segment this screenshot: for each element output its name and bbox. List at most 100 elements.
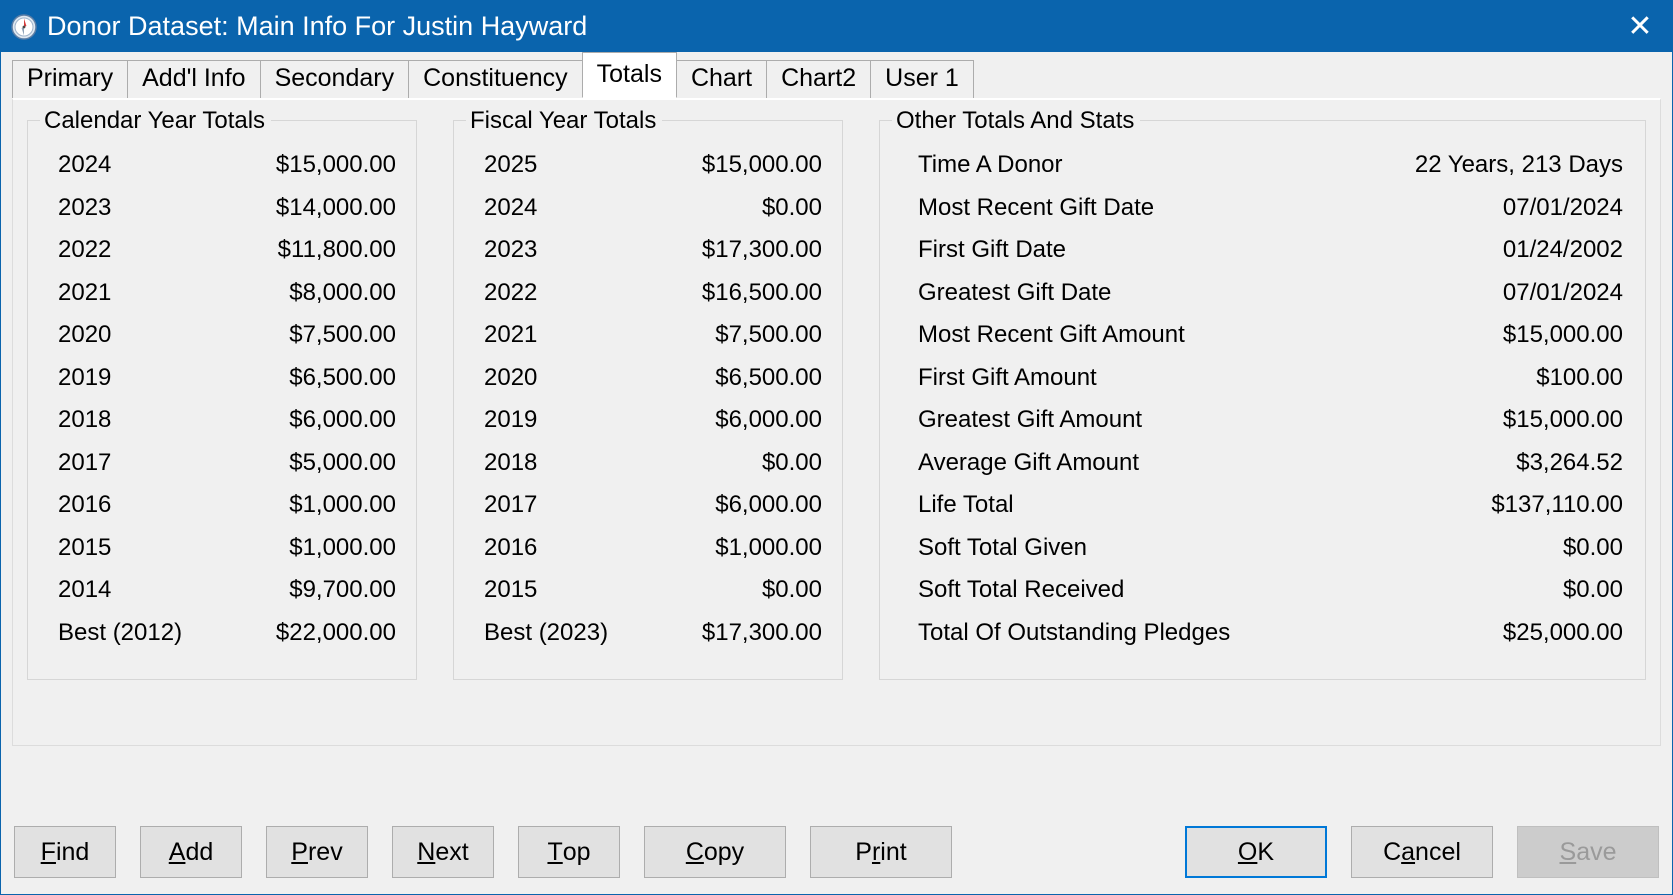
tab-constituency[interactable]: Constituency — [408, 60, 583, 98]
other-totals-and-stats-title: Other Totals And Stats — [892, 107, 1141, 135]
btn-post: ext — [435, 837, 469, 866]
tab-chart[interactable]: Chart — [675, 60, 768, 98]
row-label: 2021 — [58, 278, 112, 306]
table-row: Soft Total Given $0.00 — [888, 534, 1637, 577]
row-label: Life Total — [918, 491, 1014, 518]
tab-label: Secondary — [274, 64, 395, 92]
ok-button[interactable]: OK — [1185, 826, 1327, 878]
btn-post: rev — [307, 837, 343, 866]
row-value: $1,000.00 — [289, 533, 396, 561]
row-label: 2018 — [58, 406, 112, 433]
tab-user-1[interactable]: User 1 — [870, 60, 974, 98]
btn-mnemonic: F — [40, 837, 56, 866]
table-row: 2017 $6,000.00 — [462, 491, 834, 534]
copy-button[interactable]: Copy — [644, 826, 786, 878]
row-label: Soft Total Given — [918, 533, 1087, 561]
row-value: $6,000.00 — [289, 406, 396, 433]
table-row: 2016 $1,000.00 — [462, 534, 834, 577]
btn-mnemonic: r — [871, 837, 881, 866]
table-row: 2015 $1,000.00 — [36, 534, 408, 577]
close-icon[interactable]: ✕ — [1608, 1, 1672, 52]
row-label: 2019 — [58, 363, 112, 391]
btn-pre: P — [855, 837, 872, 866]
row-value: $22,000.00 — [275, 618, 396, 646]
table-row: 2021 $7,500.00 — [462, 321, 834, 364]
row-value: 01/24/2002 — [1502, 236, 1623, 263]
donor-dataset-window: Donor Dataset: Main Info For Justin Hayw… — [0, 0, 1673, 895]
tab-primary[interactable]: Primary — [12, 60, 129, 98]
row-label: 2020 — [484, 363, 538, 391]
row-label: Most Recent Gift Date — [918, 193, 1155, 221]
add-button[interactable]: Add — [140, 826, 242, 878]
row-value: $16,500.00 — [701, 278, 822, 306]
row-value: $0.00 — [761, 448, 822, 476]
row-value: $5,000.00 — [289, 448, 396, 476]
row-label: 2022 — [58, 236, 112, 263]
row-value: $6,500.00 — [289, 363, 396, 391]
next-button[interactable]: Next — [392, 826, 494, 878]
fiscal-year-totals-group: Fiscal Year Totals 2025 $15,000.00 2024 $0… — [453, 107, 843, 680]
row-label: Most Recent Gift Amount — [918, 321, 1185, 348]
row-value: $17,300.00 — [701, 236, 822, 263]
row-value: $0.00 — [761, 576, 822, 603]
btn-mnemonic: C — [685, 837, 704, 866]
row-label: 2015 — [484, 576, 538, 603]
table-row: First Gift Date 01/24/2002 — [888, 236, 1637, 279]
table-row: Time A Donor 22 Years, 213 Days — [888, 151, 1637, 194]
table-row: 2014 $9,700.00 — [36, 576, 408, 619]
row-label: Best (2012) — [58, 618, 183, 646]
tab-strip: Primary Add'l Info Secondary Constituenc… — [1, 52, 1672, 98]
row-value: $25,000.00 — [1502, 618, 1623, 646]
table-row: 2024 $0.00 — [462, 194, 834, 237]
row-value: $6,500.00 — [715, 363, 822, 391]
table-row-best: Best (2023) $17,300.00 — [462, 619, 834, 662]
row-value: $8,000.00 — [289, 278, 396, 306]
row-value: 07/01/2024 — [1502, 193, 1623, 221]
tab-chart2[interactable]: Chart2 — [766, 60, 872, 98]
row-value: $15,000.00 — [275, 151, 396, 178]
btn-mnemonic: P — [291, 837, 308, 866]
tab-addl-info[interactable]: Add'l Info — [127, 60, 261, 98]
table-row: First Gift Amount $100.00 — [888, 364, 1637, 407]
btn-post: ave — [1576, 837, 1617, 866]
row-label: 2018 — [484, 448, 538, 476]
row-value: $3,264.52 — [1516, 448, 1623, 476]
tab-label: Add'l Info — [142, 64, 246, 92]
print-button[interactable]: Pr int — [810, 826, 952, 878]
btn-mnemonic: O — [1237, 837, 1258, 866]
fiscal-year-totals-title: Fiscal Year Totals — [466, 107, 663, 135]
row-value: 22 Years, 213 Days — [1414, 151, 1623, 178]
row-label: 2024 — [58, 151, 112, 178]
table-row: 2022 $11,800.00 — [36, 236, 408, 279]
totals-tab-page: Calendar Year Totals 2024 $15,000.00 2023… — [12, 98, 1661, 746]
row-label: Average Gift Amount — [918, 448, 1140, 476]
btn-post: ind — [55, 837, 90, 866]
tab-label: Constituency — [423, 64, 568, 92]
calendar-year-totals-group: Calendar Year Totals 2024 $15,000.00 2023… — [27, 107, 417, 680]
table-row: 2018 $0.00 — [462, 449, 834, 492]
prev-button[interactable]: Prev — [266, 826, 368, 878]
btn-post: op — [562, 837, 591, 866]
tab-label: User 1 — [885, 64, 959, 92]
table-row: 2023 $17,300.00 — [462, 236, 834, 279]
table-row: Greatest Gift Date 07/01/2024 — [888, 279, 1637, 322]
row-label: Best (2023) — [484, 618, 609, 646]
top-button[interactable]: Top — [518, 826, 620, 878]
table-row: 2022 $16,500.00 — [462, 279, 834, 322]
cancel-button[interactable]: Ca ncel — [1351, 826, 1493, 878]
row-label: 2016 — [58, 491, 112, 518]
btn-post: int — [880, 837, 907, 866]
row-value: $137,110.00 — [1491, 491, 1623, 518]
tab-totals[interactable]: Totals — [581, 52, 677, 98]
table-row: 2025 $15,000.00 — [462, 151, 834, 194]
row-label: Greatest Gift Date — [918, 278, 1112, 306]
tab-secondary[interactable]: Secondary — [259, 60, 410, 98]
table-row: 2016 $1,000.00 — [36, 491, 408, 534]
tab-label: Totals — [596, 59, 662, 88]
find-button[interactable]: Find — [14, 826, 116, 878]
row-value: $9,700.00 — [289, 576, 396, 603]
fiscal-year-totals-rows: 2025 $15,000.00 2024 $0.00 2023 $17,300.00 … — [462, 151, 834, 661]
btn-post: ncel — [1415, 837, 1461, 866]
row-label: First Gift Amount — [918, 363, 1097, 391]
table-row: Greatest Gift Amount $15,000.00 — [888, 406, 1637, 449]
